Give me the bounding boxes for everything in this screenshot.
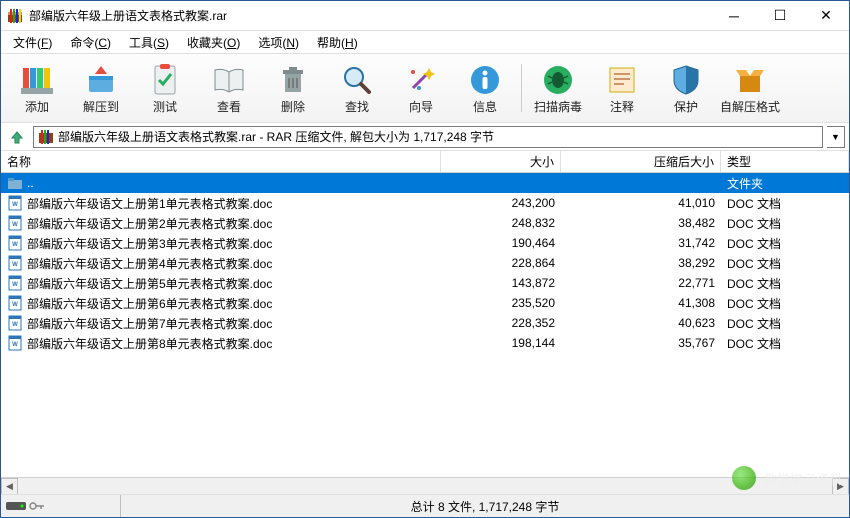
doc-file-icon: W (7, 275, 23, 291)
file-row[interactable]: W部编版六年级语文上册第1单元表格式教案.doc243,20041,010DOC… (1, 193, 849, 213)
svg-text:W: W (12, 202, 18, 208)
shield-icon (668, 62, 704, 98)
status-left (1, 495, 121, 517)
svg-text:W: W (12, 302, 18, 308)
toolbar-info[interactable]: 信息 (453, 55, 517, 121)
doc-file-icon: W (7, 235, 23, 251)
parent-folder-row[interactable]: .. 文件夹 (1, 173, 849, 193)
drive-icon (5, 500, 27, 512)
doc-file-icon: W (7, 295, 23, 311)
doc-file-icon: W (7, 215, 23, 231)
toolbar-wizard[interactable]: 向导 (389, 55, 453, 121)
header-name[interactable]: 名称 (1, 151, 441, 172)
svg-text:W: W (12, 322, 18, 328)
scroll-right-button[interactable]: ▶ (832, 478, 849, 495)
box-open-icon (732, 62, 768, 98)
column-headers: 名称 大小 压缩后大小 类型 (1, 151, 849, 173)
doc-file-icon: W (7, 195, 23, 211)
go-up-button[interactable] (5, 125, 29, 149)
file-row[interactable]: W部编版六年级语文上册第4单元表格式教案.doc228,86438,292DOC… (1, 253, 849, 273)
books-stack-icon (19, 62, 55, 98)
status-summary: 总计 8 文件, 1,717,248 字节 (121, 498, 849, 515)
window-title: 部编版六年级上册语文表格式教案.rar (29, 7, 711, 24)
magnifier-icon (339, 62, 375, 98)
svg-text:W: W (12, 342, 18, 348)
svg-text:W: W (12, 282, 18, 288)
location-display[interactable]: 部编版六年级上册语文表格式教案.rar - RAR 压缩文件, 解包大小为 1,… (33, 126, 823, 148)
toolbar-find[interactable]: 查找 (325, 55, 389, 121)
toolbar-add[interactable]: 添加 (5, 55, 69, 121)
menu-options[interactable]: 选项(N) (250, 32, 307, 53)
location-dropdown-button[interactable]: ▼ (827, 126, 845, 148)
doc-file-icon: W (7, 255, 23, 271)
file-row[interactable]: W部编版六年级语文上册第5单元表格式教案.doc143,87222,771DOC… (1, 273, 849, 293)
svg-text:W: W (12, 222, 18, 228)
location-text: 部编版六年级上册语文表格式教案.rar - RAR 压缩文件, 解包大小为 1,… (58, 128, 494, 145)
statusbar: 总计 8 文件, 1,717,248 字节 (1, 495, 849, 517)
menu-help[interactable]: 帮助(H) (309, 32, 366, 53)
menubar: 文件(F) 命令(C) 工具(S) 收藏夹(O) 选项(N) 帮助(H) (1, 31, 849, 53)
header-packed[interactable]: 压缩后大小 (561, 151, 721, 172)
chevron-down-icon: ▼ (831, 132, 840, 142)
app-window: 部编版六年级上册语文表格式教案.rar ─ ☐ ✕ 文件(F) 命令(C) 工具… (0, 0, 850, 518)
toolbar-protect[interactable]: 保护 (654, 55, 718, 121)
file-list: 名称 大小 压缩后大小 类型 .. 文件夹 W部编版六年级语文上册第1单元表格式… (1, 151, 849, 495)
info-icon (467, 62, 503, 98)
arrow-up-icon (9, 129, 25, 145)
header-type[interactable]: 类型 (721, 151, 849, 172)
clipboard-check-icon (147, 62, 183, 98)
book-open-icon (211, 62, 247, 98)
toolbar-sfx[interactable]: 自解压格式 (718, 55, 782, 121)
winrar-icon (7, 8, 23, 24)
wand-icon (403, 62, 439, 98)
header-size[interactable]: 大小 (441, 151, 561, 172)
toolbar-scan[interactable]: 扫描病毒 (526, 55, 590, 121)
extract-icon (83, 62, 119, 98)
scroll-track[interactable] (18, 478, 832, 495)
toolbar-extract[interactable]: 解压到 (69, 55, 133, 121)
pathbar: 部编版六年级上册语文表格式教案.rar - RAR 压缩文件, 解包大小为 1,… (1, 123, 849, 151)
titlebar[interactable]: 部编版六年级上册语文表格式教案.rar ─ ☐ ✕ (1, 1, 849, 31)
window-controls: ─ ☐ ✕ (711, 1, 849, 30)
file-row[interactable]: W部编版六年级语文上册第3单元表格式教案.doc190,46431,742DOC… (1, 233, 849, 253)
trash-icon (275, 62, 311, 98)
menu-commands[interactable]: 命令(C) (62, 32, 119, 53)
file-list-body[interactable]: .. 文件夹 W部编版六年级语文上册第1单元表格式教案.doc243,20041… (1, 173, 849, 477)
file-row[interactable]: W部编版六年级语文上册第2单元表格式教案.doc248,83238,482DOC… (1, 213, 849, 233)
file-row[interactable]: W部编版六年级语文上册第8单元表格式教案.doc198,14435,767DOC… (1, 333, 849, 353)
toolbar-test[interactable]: 测试 (133, 55, 197, 121)
horizontal-scrollbar[interactable]: ◀ ▶ (1, 477, 849, 494)
file-row[interactable]: W部编版六年级语文上册第7单元表格式教案.doc228,35240,623DOC… (1, 313, 849, 333)
archive-icon (38, 129, 54, 145)
bug-icon (540, 62, 576, 98)
menu-favorites[interactable]: 收藏夹(O) (179, 32, 248, 53)
svg-text:W: W (12, 262, 18, 268)
close-button[interactable]: ✕ (803, 1, 849, 30)
folder-up-icon (7, 175, 23, 191)
toolbar-separator (521, 64, 522, 112)
scroll-left-button[interactable]: ◀ (1, 478, 18, 495)
key-icon (29, 500, 45, 512)
toolbar: 添加 解压到 测试 查看 删除 查找 向导 信息 扫描病毒 注释 保护 自解压格… (1, 53, 849, 123)
note-icon (604, 62, 640, 98)
file-row[interactable]: W部编版六年级语文上册第6单元表格式教案.doc235,52041,308DOC… (1, 293, 849, 313)
svg-text:W: W (12, 242, 18, 248)
doc-file-icon: W (7, 335, 23, 351)
toolbar-view[interactable]: 查看 (197, 55, 261, 121)
toolbar-comment[interactable]: 注释 (590, 55, 654, 121)
maximize-button[interactable]: ☐ (757, 1, 803, 30)
toolbar-delete[interactable]: 删除 (261, 55, 325, 121)
doc-file-icon: W (7, 315, 23, 331)
menu-tools[interactable]: 工具(S) (121, 32, 177, 53)
menu-file[interactable]: 文件(F) (5, 32, 60, 53)
minimize-button[interactable]: ─ (711, 1, 757, 30)
